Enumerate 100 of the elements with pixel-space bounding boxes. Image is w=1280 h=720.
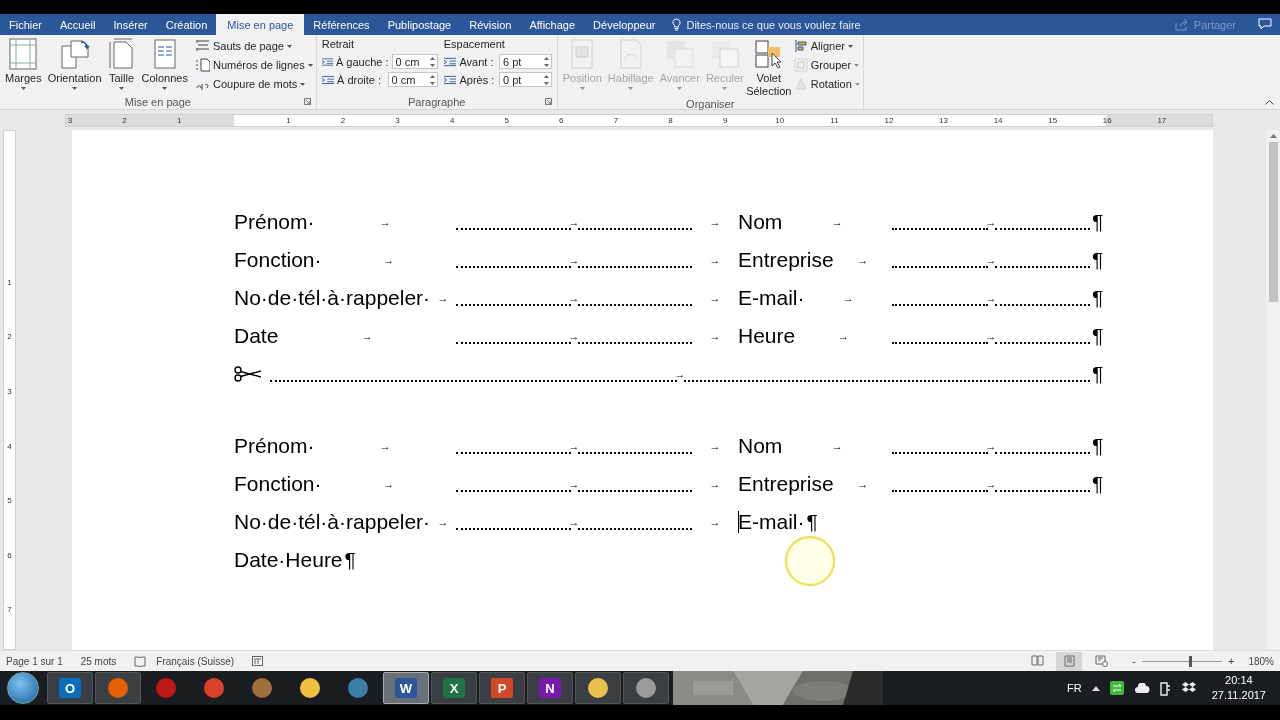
slider-thumb[interactable] (1189, 655, 1192, 667)
form-label: No·de·tél·à·rappeler· (234, 286, 431, 310)
ribbon-tab[interactable]: Mise en page (216, 14, 305, 35)
taskbar-app[interactable] (575, 672, 621, 704)
show-hidden-icons[interactable] (1091, 685, 1100, 691)
ruler-number: 15 (1047, 115, 1058, 125)
ruler-number: 2 (339, 115, 347, 125)
app-icon (635, 677, 657, 699)
app-icon (203, 677, 225, 699)
ribbon-tab[interactable]: Affichage (520, 14, 585, 35)
group-label: Mise en page (124, 96, 191, 108)
comment-icon[interactable] (1258, 18, 1272, 30)
ribbon-tab[interactable]: Développeur (584, 14, 665, 35)
read-mode-icon (1030, 655, 1044, 667)
ribbon-tab[interactable]: Publipostage (378, 14, 461, 35)
dropdown-caret-icon (854, 82, 860, 86)
ruler-number: 12 (883, 115, 894, 125)
tab-mark: → (383, 254, 395, 266)
ribbon-button[interactable]: Orientation (45, 38, 104, 95)
ribbon-tab[interactable]: Fichier (0, 14, 51, 35)
ruler-number: 1 (7, 276, 12, 289)
zoom-level[interactable]: 180% (1248, 655, 1274, 667)
dropdown-caret-icon (722, 87, 728, 90)
taskbar-app[interactable]: X (431, 672, 477, 704)
spin-field[interactable]: 0 pt (499, 72, 552, 87)
dialog-launcher-icon[interactable] (303, 98, 311, 105)
dropdown-caret-icon (20, 87, 26, 90)
tab-mark: → (985, 216, 997, 228)
taskbar-app[interactable]: W (383, 672, 429, 704)
start-button[interactable] (7, 672, 39, 704)
horizontal-ruler[interactable]: 3 2 1 1 2 3 4 5 6 7 8 9 10 11 12 13 14 15 16 17 (65, 113, 1213, 127)
ruler-number: 10 (774, 115, 785, 125)
ribbon-button[interactable]: Coupure de mots (196, 76, 313, 92)
group-label: Organiser (686, 98, 735, 110)
section-label: Retrait (321, 38, 356, 52)
tab-mark: → (437, 292, 449, 304)
input-language[interactable]: FR (1067, 682, 1082, 694)
dropdown-caret-icon (286, 44, 292, 48)
ribbon-tab[interactable]: Révision (460, 14, 521, 35)
spinner-icon[interactable] (429, 73, 435, 86)
tab-mark: → (437, 516, 449, 528)
arrange-icon (570, 39, 595, 69)
field-label: Après : (459, 73, 496, 86)
spin-field[interactable]: 0 cm (391, 54, 438, 69)
scroll-up-icon[interactable] (1269, 133, 1277, 138)
tell-me-field[interactable]: Dites-nous ce que vous voulez faire (686, 18, 887, 31)
ribbon-button[interactable]: Marges (3, 38, 44, 95)
clock[interactable]: 20:14 27.11.2017 (1211, 673, 1266, 703)
tab-mark: → (709, 330, 721, 342)
ribbon-button[interactable]: Volet Sélection (747, 38, 790, 98)
form-label: Heure (738, 324, 796, 348)
spin-field[interactable]: 0 cm (387, 72, 438, 87)
spinner-icon[interactable] (543, 55, 549, 68)
tab-mark: → (985, 292, 997, 304)
zoom-out-button[interactable]: - (1132, 655, 1136, 667)
scrollbar[interactable] (1266, 130, 1280, 650)
ruler-number: 6 (7, 549, 12, 562)
page-count[interactable]: Page 1 sur 1 (6, 655, 63, 667)
ribbon-button[interactable]: Aligner (793, 38, 860, 54)
taskbar-app[interactable]: N (527, 672, 573, 704)
spinner-icon[interactable] (543, 73, 549, 86)
vertical-ruler[interactable]: 1 2 3 4 5 6 7 (3, 130, 16, 650)
word-count[interactable]: 25 mots (80, 655, 117, 667)
dropdown-caret-icon (300, 82, 306, 86)
paragraph-mark: ¶ (1092, 210, 1104, 234)
app-tile: X (443, 678, 465, 698)
language-label[interactable]: Français (Suisse) (156, 655, 235, 667)
group-label: Paragraphe (407, 96, 466, 108)
paragraph-mark: ¶ (1092, 324, 1104, 348)
proofing-icon[interactable] (134, 655, 147, 667)
arrange-icon (793, 58, 808, 72)
taskbar-app[interactable]: O (47, 672, 93, 704)
clock-time: 20:14 (1225, 673, 1253, 688)
field-label: Avant : (459, 55, 495, 68)
ribbon-button[interactable]: Numéros de lignes (196, 57, 313, 73)
ruler-number: 9 (721, 115, 729, 125)
spin-field[interactable]: 6 pt (499, 54, 552, 69)
ribbon-tab[interactable]: Accueil (51, 14, 105, 35)
ribbon-button[interactable]: Sauts de page (196, 38, 313, 54)
scroll-thumb[interactable] (1268, 142, 1278, 302)
tab-mark: → (842, 292, 854, 304)
ribbon-tab[interactable]: Références (304, 14, 379, 35)
collapse-ribbon-icon[interactable] (1265, 100, 1274, 105)
ribbon-tab[interactable]: Création (156, 14, 217, 35)
sync-icon[interactable] (1109, 681, 1124, 695)
dialog-launcher-icon[interactable] (544, 98, 552, 105)
dropdown-caret-icon (579, 87, 585, 90)
tab-mark: → (568, 216, 580, 228)
spinner-icon[interactable] (429, 55, 435, 68)
form-label: No·de·tél·à·rappeler· (234, 510, 431, 534)
cloud-icon[interactable] (1133, 683, 1150, 693)
ribbon-button[interactable]: Taille (105, 38, 138, 95)
zoom-in-button[interactable]: + (1228, 655, 1235, 667)
macro-icon[interactable] (252, 656, 264, 666)
form-label: Nom (738, 434, 783, 458)
ribbon-tab[interactable]: Insérer (104, 14, 157, 35)
dropdown-caret-icon (307, 63, 313, 67)
ribbon-button[interactable]: Colonnes (139, 38, 190, 95)
tab-mark: → (568, 440, 580, 452)
taskbar-app[interactable]: P (479, 672, 525, 704)
